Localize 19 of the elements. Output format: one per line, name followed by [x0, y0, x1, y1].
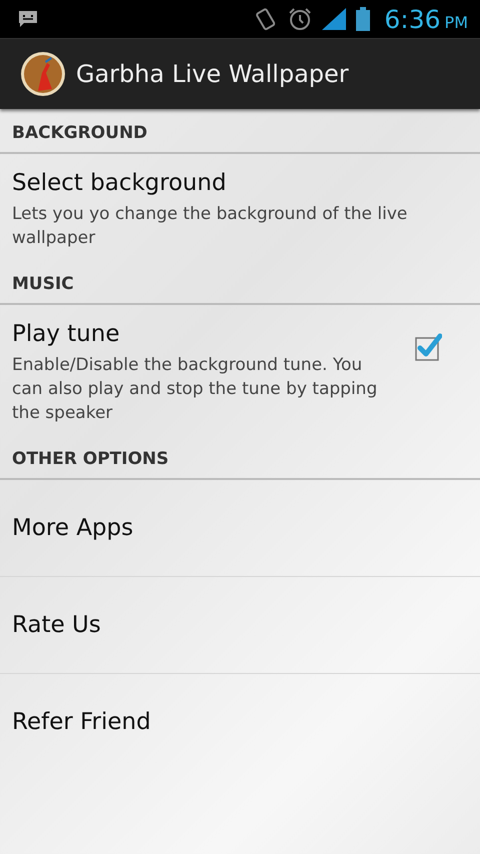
- preference-title[interactable]: Select background: [12, 170, 468, 196]
- alarm-icon: [288, 7, 312, 31]
- preference-item[interactable]: Refer Friend: [0, 673, 480, 770]
- preference-item[interactable]: More Apps: [0, 480, 480, 576]
- preference-summary: Lets you yo change the background of the live wallpaper: [12, 203, 408, 250]
- preference-summary: Enable/Disable the background tune. You can also play and stop the tune by tapping the speaker: [12, 354, 378, 425]
- app-icon[interactable]: [20, 51, 66, 97]
- battery-icon: [356, 7, 370, 31]
- clock-period: PM: [444, 12, 468, 32]
- preference-item[interactable]: Rate Us: [0, 576, 480, 673]
- section-header: BACKGROUND: [0, 109, 480, 154]
- clock-time: 6:36: [384, 4, 441, 34]
- preference-title[interactable]: Play tune: [12, 321, 384, 347]
- section-header: OTHER OPTIONS: [0, 435, 480, 480]
- section-header: MUSIC: [0, 260, 480, 305]
- message-icon: [18, 9, 38, 29]
- signal-icon: [322, 8, 346, 30]
- app-title: Garbha Live Wallpaper: [76, 60, 349, 88]
- checkbox[interactable]: [414, 333, 442, 361]
